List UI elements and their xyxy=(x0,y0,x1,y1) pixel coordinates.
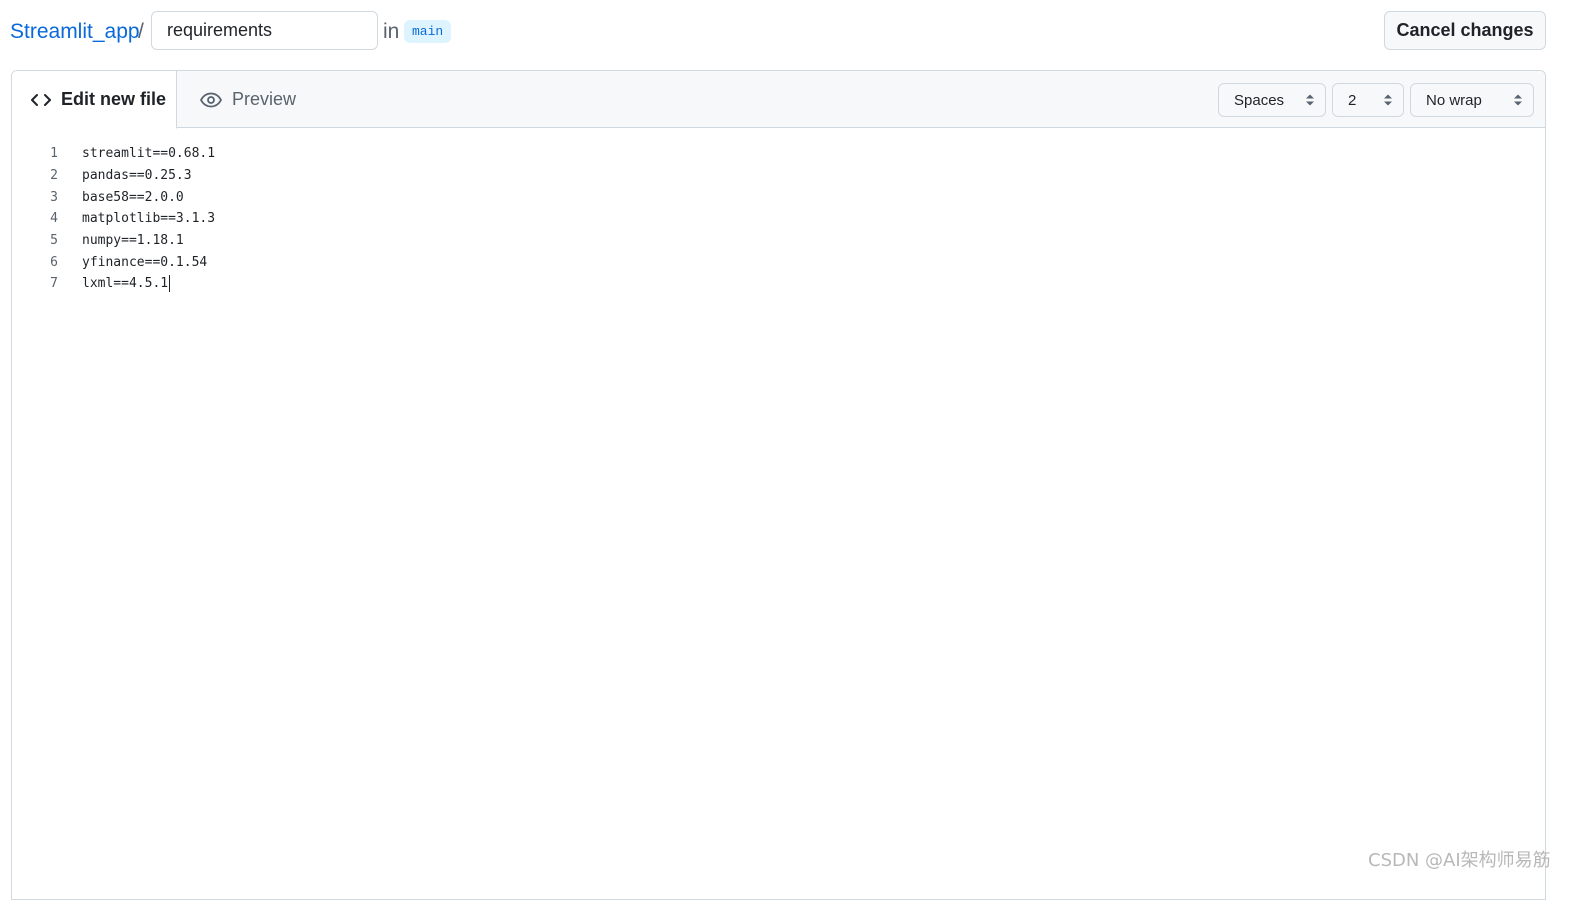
tab-edit-label: Edit new file xyxy=(61,89,167,109)
cancel-changes-button[interactable]: Cancel changes xyxy=(1384,11,1546,50)
select-caret-icon xyxy=(1514,94,1522,106)
code-editor[interactable]: 1 streamlit==0.68.1 2 pandas==0.25.3 3 b… xyxy=(12,143,1545,295)
line-content[interactable]: numpy==1.18.1 xyxy=(58,233,184,248)
eye-icon xyxy=(200,92,222,107)
watermark: CSDN @AI架构师易筋 xyxy=(1368,850,1551,871)
line-number: 6 xyxy=(50,254,58,270)
line-number: 5 xyxy=(50,233,58,249)
line-content-text: lxml==4.5.1 xyxy=(82,276,169,292)
indent-size-value: 2 xyxy=(1348,91,1357,109)
tab-edit-new-file[interactable]: Edit new file xyxy=(12,71,177,129)
line-content[interactable]: base58==2.0.0 xyxy=(58,190,184,205)
code-line: 6 yfinance==0.1.54 xyxy=(12,251,1545,273)
line-content[interactable]: streamlit==0.68.1 xyxy=(58,146,215,161)
select-caret-icon xyxy=(1384,94,1392,106)
editor-panel: Edit new file Preview Spaces 2 No wrap 1… xyxy=(11,70,1546,900)
code-line: 1 streamlit==0.68.1 xyxy=(12,143,1545,165)
line-content[interactable]: lxml==4.5.1 xyxy=(58,275,171,293)
indent-size-select[interactable]: 2 xyxy=(1332,83,1404,117)
branch-badge: main xyxy=(404,20,452,43)
code-line: 5 numpy==1.18.1 xyxy=(12,230,1545,252)
code-line: 7 lxml==4.5.1 xyxy=(12,273,1545,295)
editor-toolbar: Edit new file Preview Spaces 2 No wrap xyxy=(12,71,1545,129)
line-number: 3 xyxy=(50,189,58,205)
line-number: 2 xyxy=(50,168,58,184)
line-content[interactable]: yfinance==0.1.54 xyxy=(58,255,207,270)
filename-input[interactable] xyxy=(151,11,378,50)
line-number: 4 xyxy=(50,211,58,227)
line-number: 7 xyxy=(50,276,58,292)
tab-preview-label: Preview xyxy=(232,89,297,109)
code-line: 4 matplotlib==3.1.3 xyxy=(12,208,1545,230)
line-number: 1 xyxy=(50,146,58,162)
text-cursor xyxy=(169,275,171,293)
line-content[interactable]: pandas==0.25.3 xyxy=(58,168,192,183)
in-label: in xyxy=(383,20,400,43)
repo-link[interactable]: Streamlit_app xyxy=(10,20,140,44)
indent-mode-value: Spaces xyxy=(1234,91,1285,109)
path-separator: / xyxy=(138,20,144,43)
select-caret-icon xyxy=(1306,94,1314,106)
code-line: 3 base58==2.0.0 xyxy=(12,186,1545,208)
code-line: 2 pandas==0.25.3 xyxy=(12,165,1545,187)
code-icon xyxy=(31,93,51,106)
indent-mode-select[interactable]: Spaces xyxy=(1218,83,1326,117)
tab-preview[interactable]: Preview xyxy=(200,71,296,128)
file-path-bar: Streamlit_app / in main Cancel changes xyxy=(0,0,1593,66)
wrap-mode-value: No wrap xyxy=(1426,91,1482,109)
wrap-mode-select[interactable]: No wrap xyxy=(1410,83,1534,117)
line-content[interactable]: matplotlib==3.1.3 xyxy=(58,211,215,226)
